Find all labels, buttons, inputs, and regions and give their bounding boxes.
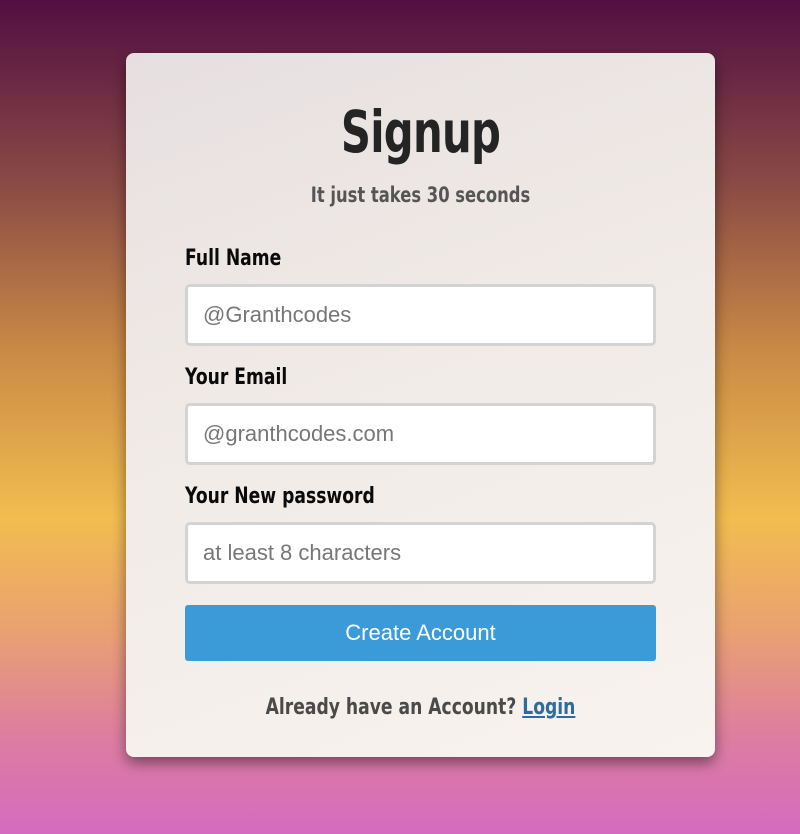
login-prompt-text: Already have an Account?: [265, 695, 517, 720]
email-label: Your Email: [185, 365, 288, 390]
full-name-label: Full Name: [185, 246, 282, 271]
password-input[interactable]: [185, 522, 656, 584]
password-label: Your New password: [185, 484, 375, 509]
full-name-input[interactable]: [185, 284, 656, 346]
login-prompt: Already have an Account? Login: [191, 693, 650, 723]
email-input[interactable]: [185, 403, 656, 465]
signup-card: Signup It just takes 30 seconds Full Nam…: [126, 53, 715, 757]
login-link[interactable]: Login: [522, 695, 575, 720]
create-account-button[interactable]: Create Account: [185, 605, 656, 661]
page-title: Signup: [340, 98, 501, 166]
page-subtitle: It just takes 30 seconds: [310, 183, 531, 207]
